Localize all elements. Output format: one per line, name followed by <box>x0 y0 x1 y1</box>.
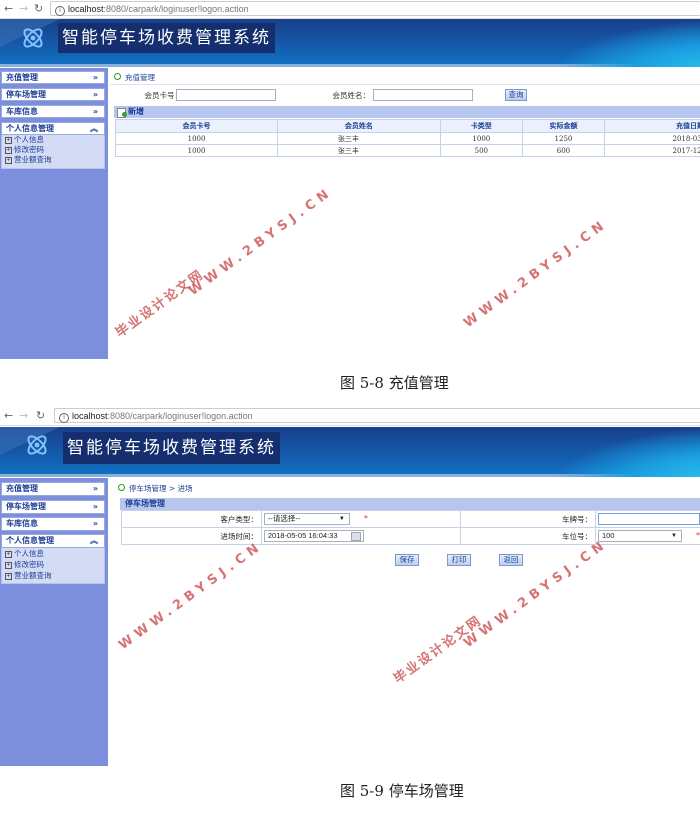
plate-number-label: 车牌号： <box>561 514 592 524</box>
chevron-double-right-icon: » <box>92 107 98 116</box>
app-banner: 智能停车场收费管理系统 <box>0 427 700 477</box>
expand-icon: + <box>5 551 12 558</box>
back-button[interactable]: 返回 <box>499 554 523 566</box>
print-button[interactable]: 打印 <box>447 554 471 566</box>
chevron-double-right-icon: » <box>92 484 98 493</box>
expand-icon: + <box>5 137 12 144</box>
query-button[interactable]: 查询 <box>505 89 527 101</box>
chevron-double-right-icon: » <box>92 73 98 82</box>
card-number-label: 会员卡号： <box>144 91 183 100</box>
info-icon: i <box>59 413 69 423</box>
app-title: 智能停车场收费管理系统 <box>63 432 280 464</box>
form-row: 客户类型： --请选择-- ▼ * 车牌号： <box>121 510 700 528</box>
main-content: 停车场管理 > 进场 停车场管理 客户类型： --请选择-- ▼ * 车牌号： <box>114 478 700 766</box>
required-mark: * <box>363 514 368 523</box>
member-name-label: 会员姓名： <box>332 91 371 100</box>
sidebar-item-recharge[interactable]: 充值管理 » <box>1 482 105 496</box>
recharge-table: 会员卡号 会员姓名 卡类型 实际金额 充值日期 1000 张三丰 1000 12… <box>114 119 700 157</box>
sidebar-item-personal[interactable]: 个人信息管理 ︽ <box>1 534 105 548</box>
submenu-item-revenue[interactable]: + 营业额查询 <box>2 155 104 165</box>
save-button[interactable]: 保存 <box>395 554 419 566</box>
customer-type-label: 客户类型： <box>220 514 258 524</box>
sidebar-item-personal[interactable]: 个人信息管理 ︽ <box>1 122 105 135</box>
reload-icon[interactable]: ↻ <box>34 2 43 16</box>
submenu-item-password[interactable]: + 修改密码 <box>2 145 104 155</box>
column-header[interactable]: 充值日期 <box>604 119 700 133</box>
chevron-double-up-icon: ︽ <box>90 536 98 545</box>
column-header[interactable]: 实际金额 <box>521 119 606 133</box>
member-name-input[interactable] <box>373 89 473 101</box>
expand-icon: + <box>5 147 12 154</box>
app-banner: 智能停车场收费管理系统 <box>0 19 700 67</box>
form-row: 进场时间： 2018-05-05 16:04:33 车位号： 100 ▼ * <box>121 527 700 545</box>
column-header[interactable]: 会员姓名 <box>277 119 441 133</box>
app-title: 智能停车场收费管理系统 <box>58 23 275 53</box>
table-row[interactable]: 1000 张三丰 500 600 2017-12- <box>114 144 700 157</box>
submenu-item-profile[interactable]: + 个人信息 <box>2 135 104 145</box>
sidebar-item-parking[interactable]: 停车场管理 » <box>1 500 105 514</box>
chevron-double-right-icon: » <box>92 90 98 99</box>
space-number-label: 车位号： <box>561 531 592 541</box>
submenu-item-password[interactable]: + 修改密码 <box>2 559 104 570</box>
sidebar: 充值管理 » 停车场管理 » 车库信息 » 个人信息管理 ︽ + 个人信息 + 修改… <box>0 68 108 359</box>
column-header[interactable]: 会员卡号 <box>114 119 279 133</box>
table-row[interactable]: 1000 张三丰 1000 1250 2018-03- <box>114 132 700 145</box>
required-mark: * <box>695 531 700 540</box>
customer-type-select[interactable]: --请选择-- ▼ <box>263 513 350 525</box>
entry-time-input[interactable]: 2018-05-05 16:04:33 <box>263 530 364 542</box>
calendar-icon[interactable] <box>350 532 361 541</box>
back-arrow-icon[interactable]: ← <box>4 2 13 16</box>
forward-arrow-icon[interactable]: → <box>19 2 28 16</box>
back-arrow-icon[interactable]: ← <box>4 409 13 423</box>
column-header[interactable]: 卡类型 <box>439 119 523 133</box>
main-content: 充值管理 会员卡号： 会员姓名： 查询 新增 会员卡号 会员姓名 卡类型 实际金… <box>110 68 700 359</box>
card-number-input[interactable] <box>176 89 276 101</box>
sidebar-item-parking[interactable]: 停车场管理 » <box>1 88 105 101</box>
reload-icon[interactable]: ↻ <box>36 409 45 423</box>
entry-form: 客户类型： --请选择-- ▼ * 车牌号： 进场时间： 2018-05-05 … <box>121 510 700 545</box>
plate-number-input[interactable] <box>597 513 700 525</box>
address-bar[interactable]: i localhost:8080/carpark/loginuser!logon.… <box>54 408 700 423</box>
dropdown-arrow-icon: ▼ <box>338 516 345 522</box>
toolbar: 新增 <box>114 106 700 118</box>
expand-icon: + <box>5 573 12 580</box>
sidebar-item-garage[interactable]: 车库信息 » <box>1 517 105 531</box>
info-icon: i <box>55 6 65 16</box>
forward-arrow-icon[interactable]: → <box>19 409 28 423</box>
table-header-row: 会员卡号 会员姓名 卡类型 实际金额 充值日期 <box>114 119 700 133</box>
screenshot-parking: ← → ↻ i localhost:8080/carpark/loginuser!… <box>0 406 700 829</box>
bullet-icon <box>114 73 121 80</box>
chevron-double-right-icon: » <box>92 502 98 511</box>
expand-icon: + <box>5 562 12 569</box>
figure-caption: 图 5-8 充值管理 <box>340 374 449 392</box>
space-number-select[interactable]: 100 ▼ <box>597 530 682 542</box>
submenu-item-revenue[interactable]: + 营业额查询 <box>2 570 104 581</box>
figure-caption: 图 5-9 停车场管理 <box>340 782 464 800</box>
sidebar: 充值管理 » 停车场管理 » 车库信息 » 个人信息管理 ︽ + 个人信息 + 修改… <box>0 478 108 766</box>
sidebar-item-recharge[interactable]: 充值管理 » <box>1 71 105 84</box>
bullet-icon <box>118 484 125 491</box>
atom-logo-icon <box>23 28 43 48</box>
submenu-item-profile[interactable]: + 个人信息 <box>2 548 104 559</box>
expand-icon: + <box>5 157 12 164</box>
address-bar[interactable]: i localhost:8080/carpark/loginuser!logon.… <box>50 1 700 16</box>
personal-submenu: + 个人信息 + 修改密码 + 营业额查询 <box>1 548 105 584</box>
browser-toolbar: ← → ↻ i localhost:8080/carpark/loginuser!… <box>0 0 700 19</box>
chevron-double-up-icon: ︽ <box>90 124 98 133</box>
add-button[interactable]: 新增 <box>128 107 144 116</box>
screenshot-recharge: ← → ↻ i localhost:8080/carpark/loginuser!… <box>0 0 700 400</box>
atom-logo-icon <box>27 435 47 455</box>
breadcrumb: 停车场管理 > 进场 <box>118 483 193 494</box>
personal-submenu: + 个人信息 + 修改密码 + 营业额查询 <box>1 135 105 169</box>
breadcrumb: 充值管理 <box>114 72 155 83</box>
chevron-double-right-icon: » <box>92 519 98 528</box>
browser-toolbar: ← → ↻ i localhost:8080/carpark/loginuser!… <box>0 407 700 426</box>
panel-title: 停车场管理 <box>120 498 700 510</box>
dropdown-arrow-icon: ▼ <box>671 533 677 539</box>
plus-badge-icon <box>122 112 127 117</box>
sidebar-item-garage[interactable]: 车库信息 » <box>1 105 105 118</box>
